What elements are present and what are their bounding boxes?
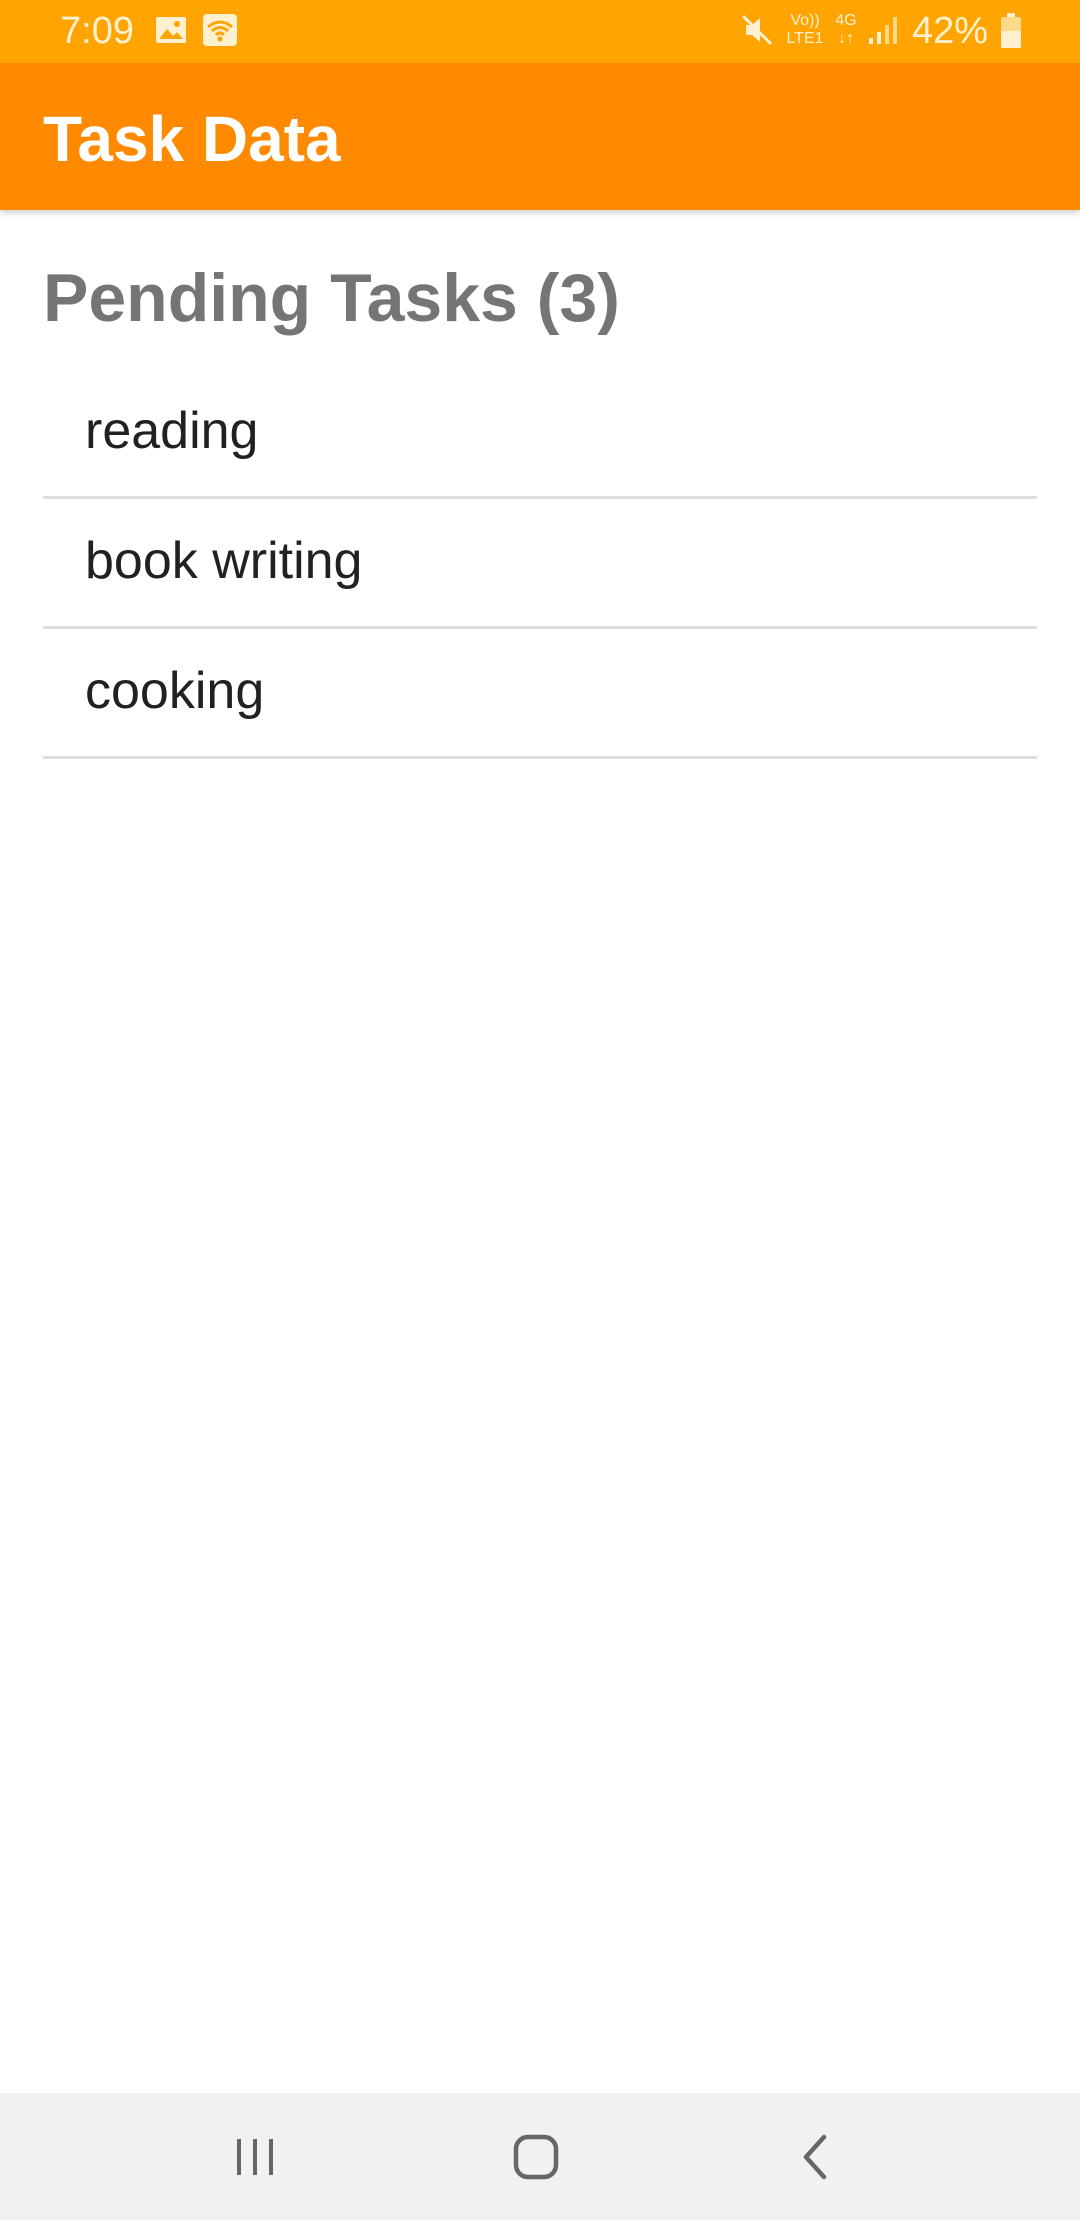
signal-icon — [867, 14, 899, 51]
wifi-icon — [203, 14, 237, 51]
recents-icon — [215, 2139, 295, 2201]
volte-label: Vo)) LTE1 — [783, 12, 827, 48]
task-label: reading — [85, 402, 259, 460]
back-icon — [776, 2134, 856, 2201]
network-text: 4G — [835, 12, 857, 29]
mute-icon — [740, 13, 774, 52]
recents-button[interactable] — [215, 2117, 295, 2197]
task-item-reading[interactable]: reading — [43, 369, 1037, 499]
app-title: Task Data — [43, 103, 341, 175]
back-button[interactable] — [776, 2117, 856, 2197]
task-list: reading book writing cooking — [43, 369, 1037, 759]
task-item-cooking[interactable]: cooking — [43, 629, 1037, 759]
section-title: Pending Tasks (3) — [43, 260, 620, 336]
navigation-bar — [0, 2093, 1080, 2220]
lte-text: LTE1 — [786, 30, 824, 47]
status-bar: 7:09 Vo)) LTE1 4G ↓↑ 42% — [0, 0, 1080, 63]
status-time: 7:09 — [60, 10, 134, 52]
task-label: cooking — [85, 662, 265, 720]
task-item-book-writing[interactable]: book writing — [43, 499, 1037, 629]
screen: 7:09 Vo)) LTE1 4G ↓↑ 42% Task Data Pendi… — [0, 0, 1080, 2220]
network-type: 4G ↓↑ — [835, 12, 857, 47]
home-icon — [496, 2134, 576, 2201]
home-button[interactable] — [496, 2117, 576, 2197]
task-label: book writing — [85, 532, 363, 590]
image-icon — [155, 14, 187, 51]
app-bar: Task Data — [0, 63, 1080, 210]
battery-icon — [1000, 13, 1022, 54]
battery-percent: 42% — [911, 10, 988, 52]
volte-text: Vo)) — [790, 12, 820, 29]
